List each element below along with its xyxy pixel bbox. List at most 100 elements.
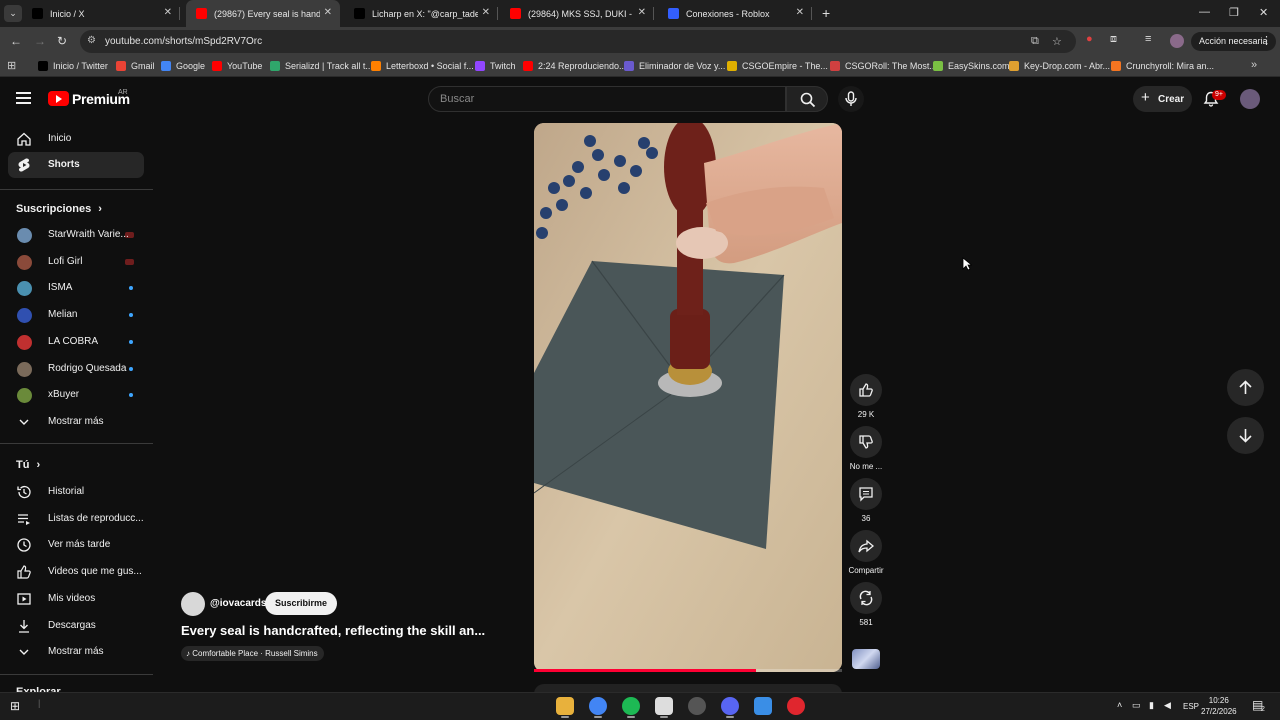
close-tab-icon[interactable]: ✕ — [324, 7, 332, 18]
next-short-button[interactable] — [1227, 417, 1264, 454]
menu-icon[interactable] — [16, 92, 31, 104]
bookmark-star-icon[interactable]: ☆ — [1052, 35, 1062, 48]
sidebar-subscription[interactable]: LA COBRA — [8, 329, 144, 355]
account-avatar[interactable] — [1240, 89, 1260, 109]
new-tab-button[interactable]: + — [822, 5, 830, 21]
sidebar-item-playlists[interactable]: Listas de reproducc... — [8, 506, 144, 532]
youtube-logo-icon[interactable] — [48, 91, 69, 106]
notepad-icon[interactable] — [655, 697, 673, 715]
windows-start-icon[interactable]: ⊞ — [10, 699, 20, 713]
close-tab-icon[interactable]: ✕ — [164, 7, 172, 18]
short-video[interactable] — [534, 123, 842, 672]
volume-icon[interactable]: ◀ — [1164, 700, 1171, 711]
maximize-icon[interactable]: ❐ — [1229, 6, 1239, 19]
channel-avatar[interactable] — [181, 592, 205, 616]
like-button[interactable] — [850, 374, 882, 406]
comments-button[interactable] — [850, 478, 882, 510]
sidebar-item-clock[interactable]: Ver más tarde — [8, 532, 144, 558]
address-bar[interactable]: ⚙ youtube.com/shorts/mSpd2RV7Orc ⧉ ☆ — [80, 30, 1076, 53]
show-more-you[interactable]: Mostrar más — [8, 639, 144, 665]
bookmark-item[interactable]: Inicio / Twitter — [38, 61, 108, 71]
music-chip[interactable]: ♪ Comfortable Place · Russell Simins — [181, 646, 324, 661]
show-more-subscriptions[interactable]: Mostrar más — [8, 409, 144, 435]
bookmark-item[interactable]: Serializd | Track all t... — [270, 61, 373, 71]
bookmark-item[interactable]: EasySkins.com — [933, 61, 1010, 71]
audio-thumbnail[interactable] — [852, 649, 880, 669]
bookmark-item[interactable]: Gmail — [116, 61, 155, 71]
explorer-icon[interactable] — [556, 697, 574, 715]
sidebar-item-my-videos[interactable]: Mis videos — [8, 586, 144, 612]
sidebar-item-like[interactable]: Videos que me gus... — [8, 559, 144, 585]
browser-tab[interactable]: (29867) Every seal is handcr ✕ — [186, 0, 340, 27]
you-heading[interactable]: Tú › — [16, 459, 40, 471]
sidebar-subscription[interactable]: ISMA — [8, 275, 144, 301]
sidebar-item-history[interactable]: Historial — [8, 479, 144, 505]
sidebar-item-shorts[interactable]: Shorts — [8, 152, 144, 178]
sidebar-item-download[interactable]: Descargas — [8, 613, 144, 639]
previous-short-button[interactable] — [1227, 369, 1264, 406]
close-tab-icon[interactable]: ✕ — [482, 7, 490, 18]
site-info-icon[interactable]: ⚙ — [87, 35, 96, 46]
subscribe-button[interactable]: Suscribirme — [265, 592, 337, 615]
bookmark-item[interactable]: Crunchyroll: Mira an... — [1111, 61, 1214, 71]
short-title[interactable]: Every seal is handcrafted, reflecting th… — [181, 623, 485, 638]
close-tab-icon[interactable]: ✕ — [796, 7, 804, 18]
browser-tab[interactable]: Licharp en X: "@carp_tade @S ✕ — [344, 0, 498, 27]
browser-menu-icon[interactable]: ⋮ — [1261, 34, 1272, 47]
steam-like-icon[interactable] — [688, 697, 706, 715]
search-input[interactable]: Buscar — [428, 86, 786, 112]
browser-tab[interactable]: (29864) MKS SSJ, DUKI - TU SU ✕ — [500, 0, 654, 27]
sidebar-item-inicio[interactable]: Inicio — [8, 126, 144, 152]
reload-icon[interactable]: ↻ — [57, 34, 67, 48]
extension-icon[interactable]: ● — [1086, 33, 1093, 45]
bookmark-item[interactable]: Key-Drop.com - Abr... — [1009, 61, 1110, 71]
more-bookmarks-icon[interactable]: » — [1251, 59, 1257, 71]
dislike-button[interactable] — [850, 426, 882, 458]
bookmark-item[interactable]: Google — [161, 61, 205, 71]
channel-name[interactable]: @iovacards — [210, 598, 266, 609]
minimize-icon[interactable]: — — [1199, 6, 1210, 18]
video-progress-bar[interactable] — [534, 669, 842, 672]
bookmark-item[interactable]: YouTube — [212, 61, 262, 71]
sidebar-subscription[interactable]: Lofi Girl — [8, 249, 144, 275]
back-icon[interactable]: ← — [10, 34, 22, 48]
browser-tab[interactable]: Conexiones - Roblox ✕ — [658, 0, 812, 27]
extensions-icon[interactable]: ⧈ — [1110, 33, 1117, 46]
bookmark-item[interactable]: Eliminador de Voz y... — [624, 61, 725, 71]
tab-search-button[interactable]: ⌄ — [4, 5, 22, 22]
tray-expand-icon[interactable]: ˄ — [1117, 700, 1122, 710]
chrome-icon[interactable] — [589, 697, 607, 715]
network-icon[interactable]: ▭ — [1132, 700, 1141, 711]
roblox-like-icon[interactable] — [787, 697, 805, 715]
bookmark-item[interactable]: Letterboxd • Social f... — [371, 61, 474, 71]
remix-button[interactable] — [850, 582, 882, 614]
cast-icon[interactable]: ⧉ — [1031, 35, 1039, 48]
browser-tab[interactable]: Inicio / X ✕ — [22, 0, 180, 27]
create-button[interactable]: + Crear — [1133, 86, 1192, 112]
bookmark-item[interactable]: 2:24 Reproduciendo... — [523, 61, 627, 71]
bookmark-item[interactable]: Twitch — [475, 61, 516, 71]
apps-icon[interactable]: ⊞ — [7, 59, 16, 72]
clock[interactable]: 10:26 27/2/2026 — [1201, 695, 1237, 717]
share-button[interactable] — [850, 530, 882, 562]
forward-icon[interactable]: → — [34, 34, 46, 48]
language-indicator[interactable]: ESP — [1183, 702, 1199, 711]
sidebar-subscription[interactable]: StarWraith Varie... — [8, 222, 144, 248]
profile-avatar[interactable] — [1170, 34, 1184, 48]
mic-tray-icon[interactable]: ▮ — [1149, 700, 1154, 711]
sidebar-subscription[interactable]: Melian — [8, 302, 144, 328]
close-window-icon[interactable]: ✕ — [1259, 6, 1268, 19]
voice-search-button[interactable] — [838, 86, 864, 112]
tab-favicon-icon — [668, 8, 679, 19]
search-button[interactable] — [786, 86, 828, 112]
subscriptions-heading[interactable]: Suscripciones › — [16, 203, 102, 215]
app-icon[interactable] — [754, 697, 772, 715]
sidebar-subscription[interactable]: xBuyer — [8, 382, 144, 408]
discord-icon[interactable] — [721, 697, 739, 715]
media-icon[interactable]: ≡ — [1145, 33, 1151, 45]
spotify-icon[interactable] — [622, 697, 640, 715]
bookmark-item[interactable]: CSGORoll: The Most... — [830, 61, 937, 71]
close-tab-icon[interactable]: ✕ — [638, 7, 646, 18]
bookmark-item[interactable]: CSGOEmpire - The... — [727, 61, 828, 71]
sidebar-subscription[interactable]: Rodrigo Quesada — [8, 356, 144, 382]
